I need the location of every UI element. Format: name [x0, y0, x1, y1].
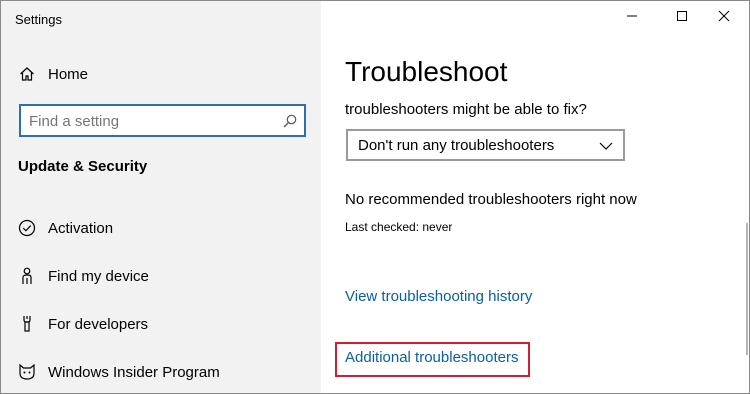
recommendation-status: No recommended troubleshooters right now [345, 191, 637, 208]
person-pin-icon [18, 267, 36, 285]
dropdown-selected-value: Don't run any troubleshooters [358, 136, 555, 154]
minimize-button[interactable] [609, 5, 655, 31]
sidebar-item-home[interactable]: Home [1, 54, 321, 94]
minimize-icon [626, 9, 638, 27]
troubleshoot-question: troubleshooters might be able to fix? [345, 101, 587, 118]
home-icon [18, 65, 36, 83]
scrollbar[interactable] [746, 223, 748, 355]
search-box[interactable] [19, 104, 306, 137]
close-button[interactable] [701, 5, 747, 31]
close-icon [718, 9, 730, 27]
sidebar-item-label: Home [48, 65, 89, 83]
sidebar-item-find-my-device[interactable]: Find my device [1, 256, 321, 296]
sidebar-item-activation[interactable]: Activation [1, 208, 321, 248]
sidebar-item-for-developers[interactable]: For developers [1, 304, 321, 344]
maximize-icon [676, 9, 688, 27]
last-checked-text: Last checked: never [345, 220, 453, 234]
maximize-button[interactable] [659, 5, 705, 31]
section-title: Update & Security [18, 158, 148, 175]
sidebar-item-label: For developers [48, 315, 149, 333]
settings-window: Settings Home Update & Security Activati… [0, 0, 750, 394]
sidebar-item-label: Find my device [48, 267, 149, 285]
check-circle-icon [18, 219, 36, 237]
page-title: Troubleshoot [345, 56, 508, 87]
troubleshooter-preference-dropdown[interactable]: Don't run any troubleshooters [346, 129, 625, 161]
view-history-link[interactable]: View troubleshooting history [345, 288, 532, 305]
highlight-box [335, 342, 530, 377]
main-content: Troubleshoot troubleshooters might be ab… [321, 1, 749, 393]
chevron-down-icon [599, 139, 613, 157]
sidebar-item-label: Activation [48, 219, 114, 237]
developer-tools-icon [18, 315, 36, 333]
search-input[interactable] [29, 111, 279, 131]
sidebar: Settings Home Update & Security Activati… [1, 1, 321, 393]
insider-cat-icon [18, 363, 36, 381]
sidebar-item-windows-insider[interactable]: Windows Insider Program [1, 352, 321, 392]
app-title: Settings [15, 12, 62, 27]
search-icon[interactable] [282, 113, 298, 129]
sidebar-item-label: Windows Insider Program [48, 363, 220, 381]
